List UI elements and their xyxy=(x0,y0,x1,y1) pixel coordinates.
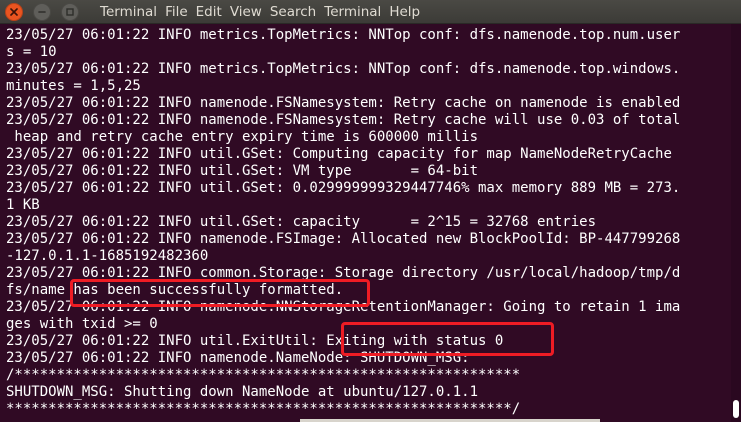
log-line: 23/05/27 06:01:22 INFO namenode.FSImage:… xyxy=(6,231,681,247)
scrollbar-thumb[interactable] xyxy=(733,400,739,418)
log-line: minutes = 1,5,25 xyxy=(6,78,141,94)
log-line: 23/05/27 06:01:22 INFO namenode.NameNode… xyxy=(6,350,470,366)
menu-help[interactable]: Help xyxy=(385,0,424,24)
log-line: 23/05/27 06:01:22 INFO util.ExitUtil: Ex… xyxy=(6,333,504,349)
log-line: 23/05/27 06:01:22 INFO util.GSet: Comput… xyxy=(6,146,672,162)
terminal-window: Terminal File Edit View Search Terminal … xyxy=(0,0,741,422)
log-text: 23/05/27 06:01:22 INFO metrics.TopMetric… xyxy=(0,24,731,418)
menu-edit[interactable]: Edit xyxy=(192,0,226,24)
menu-terminal[interactable]: Terminal xyxy=(320,0,385,24)
maximize-icon xyxy=(66,8,74,16)
log-line: 23/05/27 06:01:22 INFO namenode.FSNamesy… xyxy=(6,112,681,128)
close-icon xyxy=(10,8,18,16)
minimize-icon xyxy=(38,11,46,13)
log-line: /***************************************… xyxy=(6,367,521,383)
log-line: SHUTDOWN_MSG: Shutting down NameNode at … xyxy=(6,384,479,400)
log-line: 23/05/27 06:01:22 INFO namenode.FSNamesy… xyxy=(6,95,681,111)
log-line: ****************************************… xyxy=(6,401,521,417)
scrollbar[interactable] xyxy=(731,24,741,422)
close-button[interactable] xyxy=(5,3,23,21)
log-line: 23/05/27 06:01:22 INFO util.GSet: 0.0299… xyxy=(6,180,681,196)
menu-search[interactable]: Search xyxy=(266,0,320,24)
log-line: -127.0.1.1-1685192482360 xyxy=(6,248,209,264)
minimize-button[interactable] xyxy=(33,3,51,21)
log-line: 23/05/27 06:01:22 INFO util.GSet: VM typ… xyxy=(6,163,479,179)
maximize-button[interactable] xyxy=(61,3,79,21)
menu-file[interactable]: File xyxy=(161,0,192,24)
menu-terminal-app[interactable]: Terminal xyxy=(96,0,161,24)
log-line: 23/05/27 06:01:22 INFO metrics.TopMetric… xyxy=(6,61,681,77)
title-bar: Terminal File Edit View Search Terminal … xyxy=(0,0,741,24)
menu-bar: Terminal File Edit View Search Terminal … xyxy=(96,0,424,24)
log-line: fs/name has been successfully formatted. xyxy=(6,282,344,298)
menu-view[interactable]: View xyxy=(226,0,266,24)
log-line: ges with txid >= 0 xyxy=(6,316,158,332)
log-line: 23/05/27 06:01:22 INFO util.GSet: capaci… xyxy=(6,214,597,230)
log-line: 23/05/27 06:01:22 INFO metrics.TopMetric… xyxy=(6,27,681,43)
log-line: 23/05/27 06:01:22 INFO common.Storage: S… xyxy=(6,265,681,281)
log-line: s = 10 xyxy=(6,44,57,60)
terminal-output[interactable]: 23/05/27 06:01:22 INFO metrics.TopMetric… xyxy=(0,24,731,422)
log-line: 1 KB xyxy=(6,197,40,213)
log-line: heap and retry cache entry expiry time i… xyxy=(6,129,479,145)
log-line: 23/05/27 06:01:22 INFO namenode.NNStorag… xyxy=(6,299,681,315)
